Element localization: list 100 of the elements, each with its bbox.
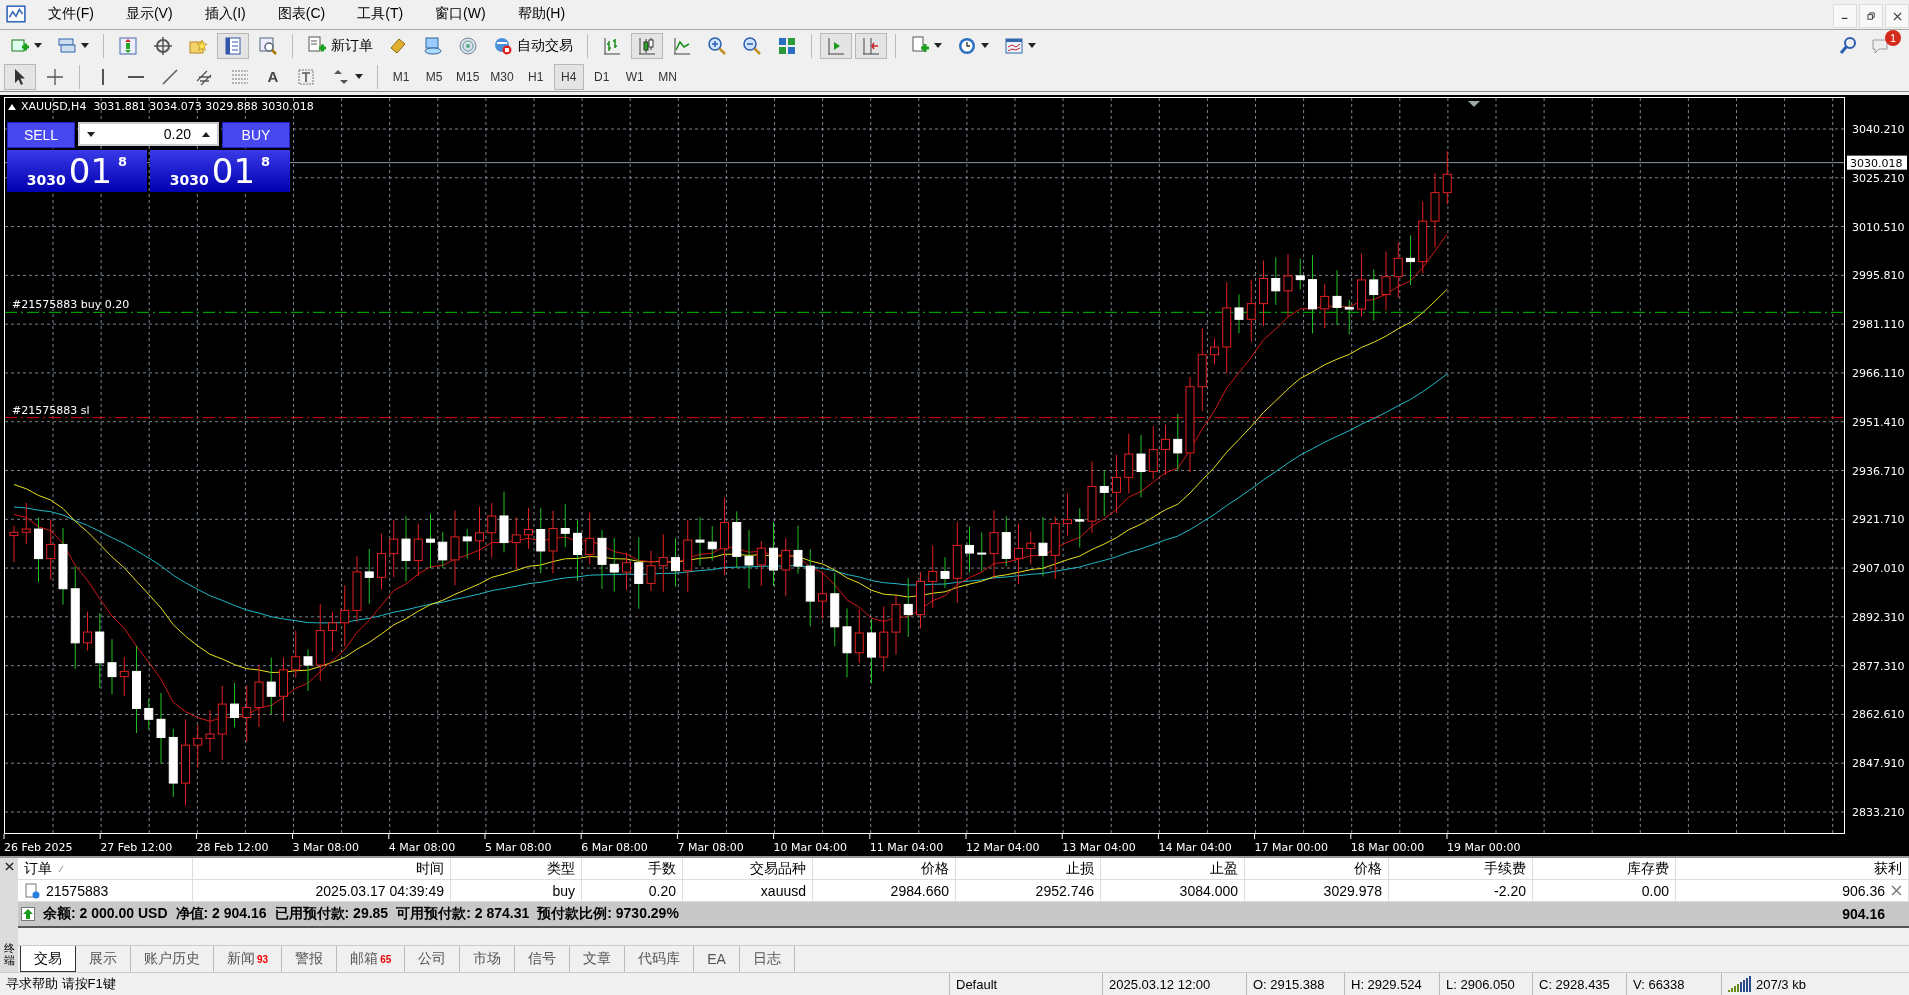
price-axis-label: 2833.210 — [1852, 806, 1905, 820]
collapse-icon[interactable] — [8, 103, 16, 110]
time-axis-label: 10 Mar 04:00 — [773, 841, 848, 855]
table-cell: 906.36 — [1842, 882, 1885, 899]
periods-icon — [957, 35, 977, 56]
auto-trading-button[interactable]: 自动交易 — [487, 32, 579, 59]
label-icon — [296, 66, 316, 87]
table-cell: 2984.660 — [890, 882, 949, 899]
crosshair-icon — [45, 66, 65, 87]
close-icon[interactable] — [4, 862, 14, 872]
close-order-icon[interactable] — [1891, 885, 1902, 897]
candle-chart-icon — [637, 35, 657, 56]
chart-shift-button[interactable] — [820, 32, 852, 59]
sell-button[interactable]: SELL — [7, 122, 75, 149]
status-text: O: 2915.388 — [1253, 976, 1325, 992]
order-line-label: #21575883 buy 0.20 — [12, 298, 130, 312]
timeframe-button[interactable]: H4 — [553, 63, 584, 90]
text-tool-button[interactable]: A — [259, 63, 287, 90]
menu-item[interactable]: 文件(F) — [34, 5, 112, 24]
restore-icon — [1866, 11, 1876, 21]
price-axis-label: 2847.910 — [1852, 757, 1905, 771]
auto-scroll-icon — [861, 35, 881, 56]
time-axis-label: 12 Mar 04:00 — [966, 841, 1040, 855]
new-order-button[interactable]: 新订单 — [301, 32, 379, 59]
time-axis-label: 19 Mar 00:00 — [1447, 841, 1521, 855]
price-axis-label: 2892.310 — [1852, 611, 1905, 625]
navigator-icon — [223, 35, 243, 56]
chart-symbol-header: XAUUSD,H4 3031.881 3034.073 3029.888 3030.018 — [21, 100, 314, 114]
table-cell: 2952.746 — [1035, 882, 1094, 899]
table-cell: 21575883 — [46, 882, 109, 899]
timeframe-button[interactable]: M30 — [486, 63, 518, 90]
timeframe-button[interactable]: M15 — [452, 63, 484, 90]
navigator-button[interactable] — [217, 32, 249, 59]
menu-item[interactable]: 显示(V) — [111, 5, 191, 24]
timeframe-button[interactable]: M1 — [386, 63, 416, 90]
price-axis-label: 2877.310 — [1852, 660, 1905, 674]
status-text: Default — [956, 976, 998, 992]
cursor-tool-button[interactable] — [4, 63, 36, 90]
timeframe-button[interactable]: D1 — [586, 63, 617, 90]
connection-bars-icon — [1728, 976, 1752, 993]
price-axis-label: 3025.210 — [1852, 172, 1905, 186]
data-window-icon — [153, 35, 173, 56]
terminal-tab[interactable]: 交易 — [20, 946, 76, 973]
timeframe-button[interactable]: H1 — [520, 63, 551, 90]
status-text: L: 2906.050 — [1446, 976, 1515, 992]
timeframe-button[interactable]: W1 — [619, 63, 650, 90]
total-profit: 904.16 — [1842, 906, 1885, 923]
status-text: H: 2929.524 — [1351, 976, 1422, 992]
timeframe-button[interactable]: MN — [652, 63, 683, 90]
sort-icon — [58, 864, 64, 873]
table-cell: 0.20 — [648, 882, 676, 899]
time-axis-label: 27 Feb 12:00 — [100, 841, 173, 855]
chart-shift-icon — [826, 35, 846, 56]
arrow-up-icon — [21, 907, 35, 922]
table-cell: 3084.000 — [1179, 882, 1238, 899]
price-axis-label: 2936.710 — [1852, 464, 1905, 478]
lot-size-field[interactable]: 0.20 — [78, 122, 219, 147]
account-summary-item: 可用预付款: 2 874.31 — [396, 905, 530, 924]
candle-chart-button[interactable] — [631, 32, 663, 59]
menu-item[interactable]: 窗口(W) — [421, 5, 504, 24]
table-cell: 2025.03.17 04:39:49 — [315, 882, 444, 899]
search-icon[interactable] — [1838, 35, 1858, 56]
menu-item[interactable]: 插入(I) — [190, 5, 264, 24]
buy-button[interactable]: BUY — [222, 122, 290, 149]
price-axis-label: 2995.810 — [1852, 269, 1905, 283]
table-cell: -2.20 — [1494, 882, 1526, 899]
zoom-out-icon — [742, 35, 762, 56]
signal-icon — [458, 35, 478, 56]
menu-item[interactable]: 图表(C) — [263, 5, 344, 24]
line-chart-icon — [672, 35, 692, 56]
status-text: V: 66338 — [1633, 976, 1685, 992]
time-axis-label: 14 Mar 04:00 — [1158, 841, 1232, 855]
time-axis-label: 26 Feb 2025 — [4, 841, 73, 855]
time-axis-label: 3 Mar 08:00 — [292, 841, 360, 855]
market-watch-icon — [118, 35, 138, 56]
menu-item[interactable]: 帮助(H) — [503, 5, 584, 24]
time-axis-label: 4 Mar 08:00 — [388, 841, 456, 855]
price-axis-label: 2907.010 — [1852, 562, 1905, 576]
account-summary-item: 余额: 2 000.00 USD — [43, 905, 168, 924]
tile-icon — [777, 35, 797, 56]
close-icon — [1892, 11, 1902, 21]
auto-scroll-button[interactable] — [855, 32, 887, 59]
price-axis-label: 2862.610 — [1852, 708, 1905, 722]
templates-icon — [1004, 35, 1024, 56]
table-cell: buy — [552, 882, 575, 899]
table-cell: xauusd — [760, 882, 806, 899]
menu-item[interactable]: 工具(T) — [343, 5, 422, 24]
price-axis-label: 3040.210 — [1852, 123, 1905, 137]
zoom-in-icon — [707, 35, 727, 56]
account-summary-item: 已用预付款: 29.85 — [274, 905, 389, 924]
account-summary-item: 净值: 2 904.16 — [175, 905, 267, 924]
trendline-icon — [160, 66, 180, 87]
close-button[interactable] — [1885, 4, 1909, 28]
timeframe-button[interactable]: M5 — [419, 63, 449, 90]
price-axis-label: 2981.110 — [1852, 318, 1905, 332]
time-axis-label: 6 Mar 08:00 — [581, 841, 648, 855]
app-icon — [6, 4, 26, 25]
restore-button[interactable] — [1859, 4, 1883, 28]
price-axis-label: 2966.110 — [1852, 367, 1905, 381]
status-text: 寻求帮助 请按F1键 — [6, 975, 116, 994]
